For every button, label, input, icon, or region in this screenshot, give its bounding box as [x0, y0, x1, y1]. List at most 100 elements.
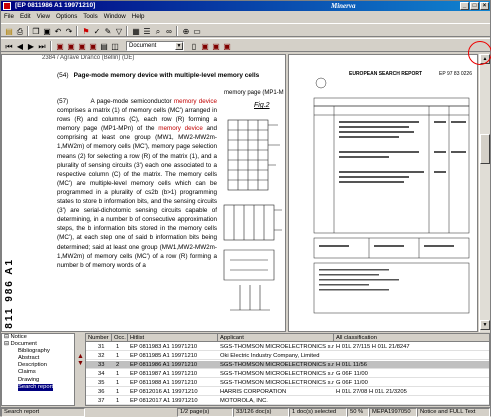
table-row[interactable]: 35 1 EP 0811988 A1 19971210 SGS-THOMSON MIC… — [86, 379, 489, 387]
chevron-down-icon[interactable]: ▼ — [175, 42, 183, 50]
arrow-up-icon[interactable]: ▲ — [77, 353, 84, 360]
page-first-icon[interactable]: ▯ — [189, 41, 199, 51]
highlight-icon[interactable]: ✎ — [103, 26, 113, 36]
undo-icon[interactable]: ↶ — [53, 26, 63, 36]
filter-icon[interactable]: ▽ — [114, 26, 124, 36]
doc-prev-icon[interactable]: ▣ — [66, 41, 76, 51]
last-page-icon[interactable]: ⏭ — [37, 41, 47, 51]
page-next-icon[interactable]: ▣ — [211, 41, 221, 51]
cell-number: 37 — [98, 398, 105, 404]
column-header-number[interactable]: Number — [86, 334, 112, 342]
tree-item-drawing[interactable]: Drawing — [4, 377, 74, 384]
search-report-viewer[interactable]: EUROPEAN SEARCH REPORT EP 97 83 0226 — [288, 54, 478, 332]
arrow-down-icon[interactable]: ▼ — [77, 360, 84, 367]
cell-applicant: SGS-THOMSON MICROELECTRONICS s.r.l. — [220, 380, 334, 386]
tree-item-description[interactable]: Description — [4, 362, 74, 369]
page-last-icon[interactable]: ▣ — [222, 41, 232, 51]
search-report-scan — [313, 77, 470, 314]
paste-icon[interactable]: ▣ — [42, 26, 52, 36]
vertical-scrollbar[interactable]: ▲ ▼ — [479, 54, 490, 332]
document-select[interactable]: Document ▼ — [126, 41, 184, 51]
list-view-icon[interactable]: ☰ — [142, 26, 152, 36]
page-icon[interactable]: ▭ — [192, 26, 202, 36]
previous-icon[interactable]: ◀ — [15, 41, 25, 51]
cell-classification: H 01L 27/115 H 01L 21/8247 — [336, 344, 410, 350]
zoom-icon[interactable]: ⊕ — [181, 26, 191, 36]
bottom-panel: ⊟ Notice ⊟ Document Bibliography Abstrac… — [1, 333, 490, 406]
document-viewer[interactable]: 2384 / Agrave Dranco (Bellin) (DE) (54) P… — [1, 54, 286, 332]
inventor-line: 2384 / Agrave Dranco (Bellin) (DE) — [42, 55, 135, 61]
copy-icon[interactable]: ❐ — [31, 26, 41, 36]
doc-last-icon[interactable]: ▣ — [88, 41, 98, 51]
maximize-button[interactable]: □ — [470, 2, 479, 10]
tree-item-document[interactable]: ⊟ Document — [4, 341, 74, 348]
doc-next-icon[interactable]: ▣ — [77, 41, 87, 51]
menu-window[interactable]: Window — [101, 11, 129, 22]
cell-occ: 1 — [116, 344, 120, 350]
toolbar-separator — [176, 26, 178, 36]
tree-item-abstract[interactable]: Abstract — [4, 355, 74, 362]
scroll-down-icon[interactable]: ▼ — [480, 320, 490, 330]
abstract-text: (57) A page-mode semiconductor memory de… — [57, 97, 217, 270]
column-header-classification[interactable]: All classification — [334, 334, 489, 342]
app-icon[interactable] — [3, 2, 11, 10]
cell-applicant: SGS-THOMSON MICROELECTRONICS s.r.l. — [220, 344, 334, 350]
doc-first-icon[interactable]: ▣ — [55, 41, 65, 51]
cell-number: 36 — [98, 389, 105, 395]
scroll-thumb[interactable] — [480, 134, 490, 164]
menu-file[interactable]: File — [1, 11, 17, 22]
tree-item-claims[interactable]: Claims — [4, 369, 74, 376]
column-header-applicant[interactable]: Applicant — [218, 334, 334, 342]
document-select-value: Document — [129, 43, 157, 49]
tree-item-search-report[interactable]: Search report — [4, 383, 74, 391]
navigation-toolbar: ⏮ ◀ ▶ ⏭ ▣ ▣ ▣ ▣ ▤ ◫ Document ▼ ▯ ▣ ▣ ▣ — [1, 38, 490, 52]
toolbar-separator — [76, 26, 78, 36]
page-prev-icon[interactable]: ▣ — [200, 41, 210, 51]
grid-view-icon[interactable]: ▤ — [99, 41, 109, 51]
close-button[interactable]: × — [480, 2, 489, 10]
cell-occ: 1 — [116, 353, 120, 359]
column-header-hitlist[interactable]: Hitlist — [128, 334, 218, 342]
cell-number: 32 — [98, 353, 105, 359]
annotation-circle — [468, 41, 491, 65]
table-row[interactable]: 31 1 EP 0811983 A1 19971210 SGS-THOMSON MIC… — [86, 343, 489, 351]
cell-hitlist: EP 0811985 A1 19971210 — [130, 353, 198, 359]
search-report-number: EP 97 83 0226 — [439, 71, 472, 77]
menu-help[interactable]: Help — [129, 11, 148, 22]
menu-view[interactable]: View — [34, 11, 53, 22]
menu-tools[interactable]: Tools — [80, 11, 100, 22]
redo-icon[interactable]: ↷ — [64, 26, 74, 36]
table-row[interactable]: 37 1 EP 0812017 A1 19971210 MOTOROLA, INC. — [86, 397, 489, 405]
binoculars-icon[interactable]: ∞ — [164, 26, 174, 36]
cell-applicant: MOTOROLA, INC. — [220, 398, 268, 404]
menu-options[interactable]: Options — [53, 11, 80, 22]
table-row[interactable]: 32 1 EP 0811985 A1 19971210 Oki Electric In… — [86, 352, 489, 360]
bookmark-icon[interactable]: ⚑ — [81, 26, 91, 36]
table-row[interactable]: 33 2 EP 0811986 A1 19971210 SGS-THOMSON MIC… — [86, 361, 489, 369]
figure-number: Fig.2 — [254, 102, 270, 109]
cell-occ: 1 — [116, 371, 120, 377]
column-header-occ[interactable]: Occ. — [112, 334, 128, 342]
next-icon[interactable]: ▶ — [26, 41, 36, 51]
tree-item-notice[interactable]: ⊟ Notice — [4, 334, 74, 341]
doc-view-icon[interactable]: ▦ — [131, 26, 141, 36]
checkmark-icon[interactable]: ✓ — [92, 26, 102, 36]
cell-number: 34 — [98, 371, 105, 377]
toolbar-separator — [27, 26, 29, 36]
cell-applicant: HARRIS CORPORATION — [220, 389, 287, 395]
open-folder-icon[interactable]: ▤ — [4, 26, 14, 36]
cell-classification: G 06F 11/00 — [336, 380, 368, 386]
split-view-icon[interactable]: ◫ — [110, 41, 120, 51]
search-icon[interactable]: ⌕ — [153, 26, 163, 36]
title-bar: [EP 0811986 A1 19971210] Minerva _ □ × — [1, 1, 490, 11]
menu-edit[interactable]: Edit — [17, 11, 34, 22]
minimize-button[interactable]: _ — [460, 2, 469, 10]
print-icon[interactable]: ⎙ — [15, 26, 25, 36]
first-page-icon[interactable]: ⏮ — [4, 41, 14, 51]
tree-item-bibliography[interactable]: Bibliography — [4, 348, 74, 355]
abstract-part: and comprising at least one group (MW1, … — [57, 125, 217, 269]
abstract-number: (57) — [57, 98, 69, 105]
table-row[interactable]: 34 1 EP 0811987 A1 19971210 SGS-THOMSON MIC… — [86, 370, 489, 378]
toolbar-separator — [50, 41, 52, 51]
table-row[interactable]: 36 1 EP 0812016 A1 19971210 HARRIS CORPORAT… — [86, 388, 489, 396]
